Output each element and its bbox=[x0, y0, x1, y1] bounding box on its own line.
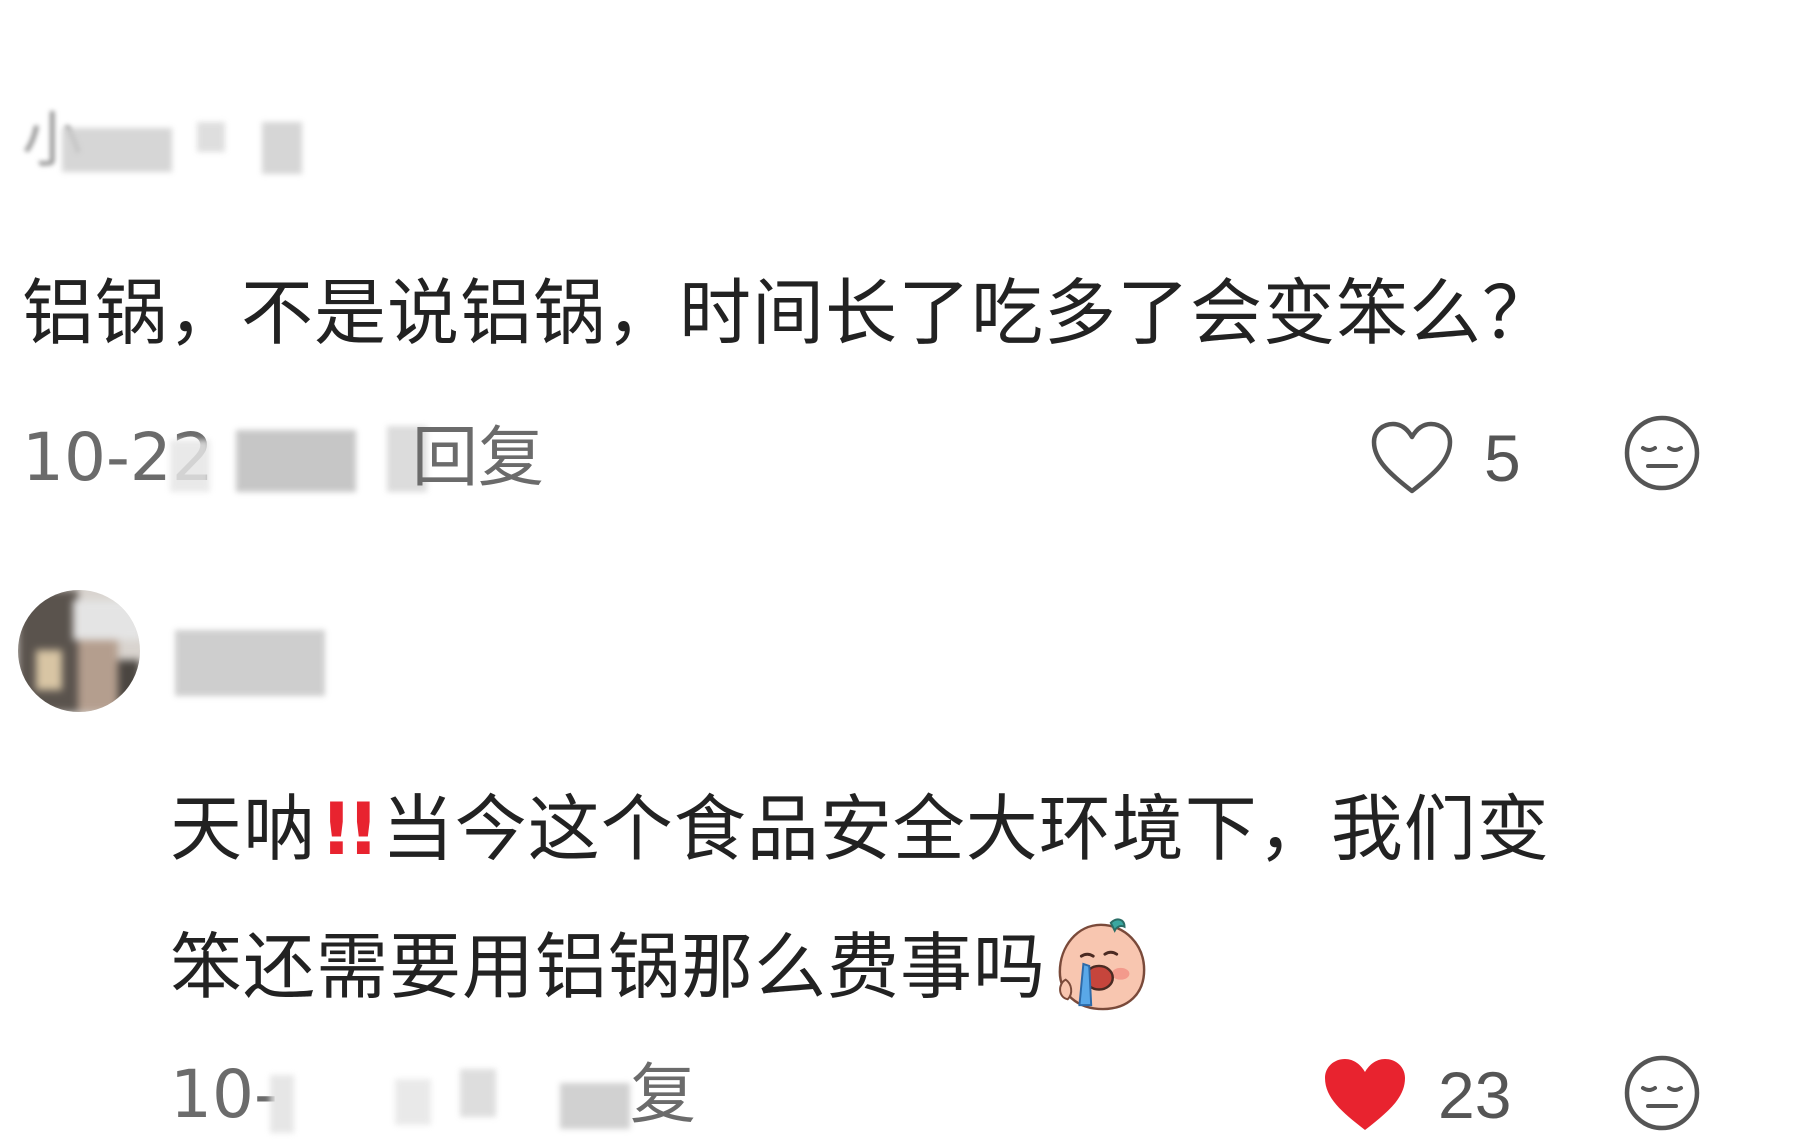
neutral-face-icon[interactable] bbox=[1623, 1054, 1701, 1132]
username-redacted bbox=[175, 630, 325, 696]
avatar-image bbox=[18, 590, 140, 712]
comment-text-segment: 天呐 bbox=[170, 787, 317, 871]
meta-redacted bbox=[395, 1079, 431, 1125]
comment-text: 天呐!! 当今这个食品安全大环境下，我们变 笨还需要用铝锅那么费事吗 bbox=[170, 760, 1730, 1036]
meta-redacted bbox=[560, 1083, 630, 1129]
heart-outline-icon bbox=[1371, 421, 1453, 494]
reply-button[interactable]: 复 bbox=[630, 1055, 696, 1135]
username[interactable]: 小 bbox=[22, 100, 332, 180]
meta-redacted bbox=[460, 1069, 496, 1117]
meta-redacted bbox=[170, 440, 210, 492]
username-redacted bbox=[262, 122, 302, 174]
like-button[interactable]: 23 bbox=[1322, 1055, 1511, 1135]
like-count: 23 bbox=[1438, 1058, 1512, 1132]
username[interactable] bbox=[175, 630, 325, 696]
heart-filled-icon bbox=[1325, 1059, 1405, 1130]
meta-redacted bbox=[270, 1075, 294, 1133]
reply-button[interactable]: 回复 bbox=[412, 418, 544, 498]
comment-text-segment: 当今这个食品安全大环境下，我们变 bbox=[381, 787, 1550, 871]
username-redacted bbox=[62, 128, 172, 172]
username-redacted bbox=[197, 122, 225, 152]
like-button[interactable]: 5 bbox=[1370, 418, 1521, 498]
comment-text-line: 笨还需要用铝锅那么费事吗 bbox=[170, 898, 1730, 1036]
neutral-face-icon[interactable] bbox=[1623, 414, 1701, 492]
comment-text-segment: 笨还需要用铝锅那么费事吗 bbox=[170, 925, 1047, 1009]
comment-text-line: 天呐!! 当今这个食品安全大环境下，我们变 bbox=[170, 760, 1730, 898]
meta-redacted bbox=[236, 430, 356, 492]
comment-text: 铝锅，不是说铝锅，时间长了吃多了会变笨么？ bbox=[22, 271, 1556, 355]
crying-face-icon bbox=[1058, 918, 1146, 1011]
avatar[interactable] bbox=[18, 590, 140, 712]
like-count: 5 bbox=[1484, 421, 1521, 495]
double-exclamation-icon: !! bbox=[320, 787, 380, 871]
comment-date: 10- bbox=[170, 1056, 278, 1133]
